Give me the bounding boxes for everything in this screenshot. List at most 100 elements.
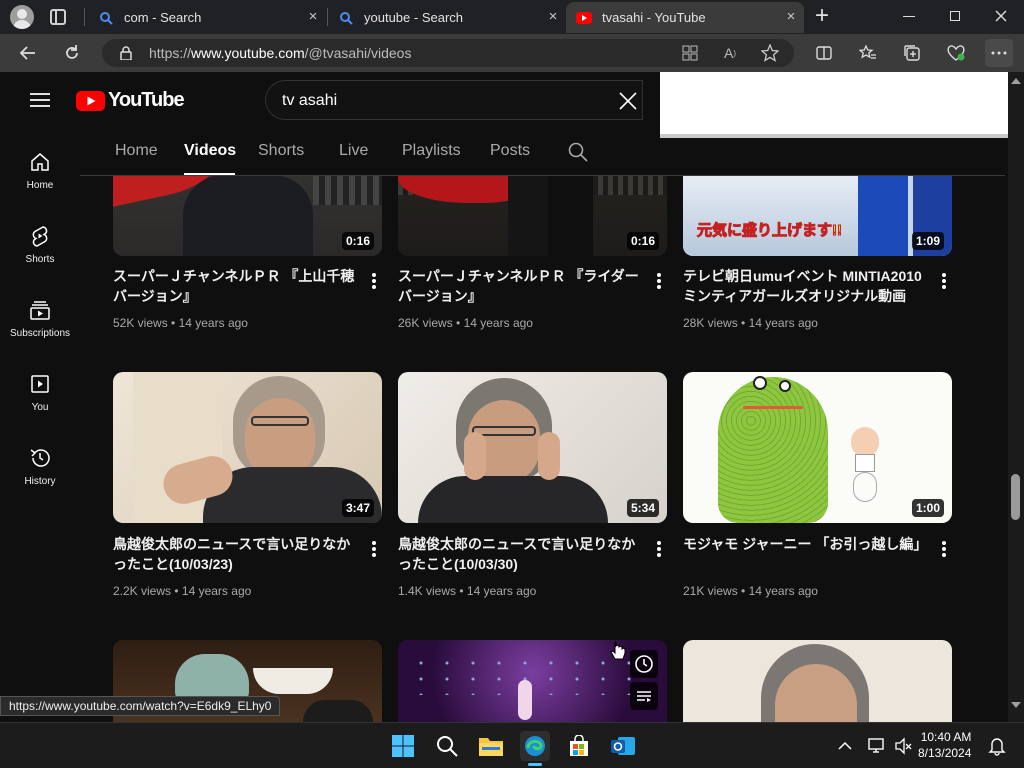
sidebar-item-shorts[interactable]: Shorts xyxy=(0,224,80,265)
more-actions-icon[interactable] xyxy=(942,273,946,291)
mouse-cursor-icon xyxy=(610,641,626,661)
favorites-icon[interactable] xyxy=(854,39,882,67)
more-actions-icon[interactable] xyxy=(657,541,661,559)
youtube-logo[interactable]: YouTube xyxy=(76,89,185,112)
scroll-up-arrow-icon[interactable] xyxy=(1011,78,1021,84)
video-thumbnail[interactable] xyxy=(398,640,667,722)
video-thumbnail[interactable]: 1:00 xyxy=(683,372,952,523)
more-actions-icon[interactable] xyxy=(657,273,661,291)
video-title[interactable]: スーパーＪチャンネルＰＲ 『ライダーバージョン』 xyxy=(398,266,644,306)
video-meta: 26K views • 14 years ago xyxy=(398,316,533,330)
view-count: 21K views xyxy=(683,584,738,598)
favorite-star-icon[interactable] xyxy=(756,39,784,67)
sidebar-item-home[interactable]: Home xyxy=(0,150,80,191)
minimize-button[interactable] xyxy=(903,16,915,17)
hamburger-menu-icon[interactable] xyxy=(30,92,50,108)
youtube-icon xyxy=(576,10,592,26)
browser-essentials-icon[interactable] xyxy=(942,39,970,67)
video-thumbnail[interactable] xyxy=(683,640,952,722)
tab-videos[interactable]: Videos xyxy=(184,142,236,160)
profile-avatar[interactable] xyxy=(10,5,34,29)
outlook-icon[interactable] xyxy=(608,731,638,761)
tab-playlists[interactable]: Playlists xyxy=(402,142,461,160)
tab-actions-icon[interactable] xyxy=(50,9,66,25)
video-duration: 0:16 xyxy=(626,232,659,250)
video-title[interactable]: テレビ朝日umuイベント MINTIA2010 ミンティアガールズオリジナル動画 xyxy=(683,266,929,306)
start-button[interactable] xyxy=(388,731,418,761)
tab-posts[interactable]: Posts xyxy=(490,142,530,160)
search-box[interactable] xyxy=(265,80,643,120)
system-clock[interactable]: 10:40 AM 8/13/2024 xyxy=(918,729,971,761)
refresh-icon[interactable] xyxy=(58,39,86,67)
search-icon xyxy=(98,10,114,26)
edge-browser-icon[interactable] xyxy=(520,731,550,766)
taskbar-search-icon[interactable] xyxy=(432,731,462,761)
sidebar-item-history[interactable]: History xyxy=(0,446,80,487)
page-scrollbar[interactable] xyxy=(1008,72,1024,722)
volume-muted-icon[interactable] xyxy=(888,731,918,761)
video-meta: 52K views • 14 years ago xyxy=(113,316,248,330)
video-meta: 21K views • 14 years ago xyxy=(683,584,818,598)
shorts-icon xyxy=(28,224,52,248)
sidebar-item-you[interactable]: You xyxy=(0,372,80,413)
view-count: 2.2K views xyxy=(113,584,172,598)
video-duration: 1:09 xyxy=(911,232,944,250)
clock-date: 8/13/2024 xyxy=(918,746,972,760)
clock-time: 10:40 AM xyxy=(920,730,972,744)
settings-menu-icon[interactable] xyxy=(985,39,1013,67)
restore-button[interactable] xyxy=(950,11,960,21)
close-window-button[interactable] xyxy=(992,5,1010,27)
upload-age: 14 years ago xyxy=(463,316,533,330)
sidebar-item-label: Shorts xyxy=(25,254,55,265)
scroll-down-arrow-icon[interactable] xyxy=(1011,702,1021,708)
sidebar-item-subscriptions[interactable]: Subscriptions xyxy=(0,298,80,339)
watch-later-icon[interactable] xyxy=(630,650,658,678)
video-title[interactable]: 鳥越俊太郎のニュースで言い足りなかったこと(10/03/30) xyxy=(398,534,644,574)
video-meta: 1.4K views • 14 years ago xyxy=(398,584,537,598)
channel-search-icon[interactable] xyxy=(568,142,588,162)
more-actions-icon[interactable] xyxy=(372,273,376,291)
upload-age: 14 years ago xyxy=(181,584,252,598)
browser-tab-active[interactable]: tvasahi - YouTube × xyxy=(566,2,804,33)
tab-shorts[interactable]: Shorts xyxy=(258,142,304,160)
video-thumbnail[interactable]: 3:47 xyxy=(113,372,382,523)
subscriptions-icon xyxy=(28,298,52,322)
close-tab-icon[interactable]: × xyxy=(306,9,320,24)
split-screen-icon[interactable] xyxy=(810,39,838,67)
video-duration: 0:16 xyxy=(341,232,374,250)
tab-home[interactable]: Home xyxy=(115,142,158,160)
tab-live[interactable]: Live xyxy=(339,142,368,160)
close-tab-icon[interactable]: × xyxy=(784,9,798,24)
show-hidden-icons-chevron[interactable] xyxy=(830,731,860,761)
sidebar-item-label: Subscriptions xyxy=(9,328,71,339)
more-actions-icon[interactable] xyxy=(372,541,376,559)
lock-icon[interactable] xyxy=(120,46,132,60)
microsoft-store-icon[interactable] xyxy=(564,731,594,761)
new-tab-button[interactable]: + xyxy=(815,3,829,29)
collections-icon[interactable] xyxy=(898,39,926,67)
thumbnail-overlay-text: 元気に盛り上げます!! xyxy=(697,222,843,240)
close-tab-icon[interactable]: × xyxy=(546,9,560,24)
sidebar-item-label: You xyxy=(31,402,49,413)
apps-icon[interactable] xyxy=(676,39,704,67)
file-explorer-icon[interactable] xyxy=(476,731,506,761)
url-text: https://www.youtube.com/@tvasahi/videos xyxy=(149,45,412,61)
browser-tab[interactable]: com - Search × xyxy=(88,2,326,33)
video-thumbnail[interactable]: 5:34 xyxy=(398,372,667,523)
back-arrow-icon[interactable] xyxy=(14,39,42,67)
view-count: 52K views xyxy=(113,316,168,330)
add-to-queue-icon[interactable] xyxy=(630,682,658,710)
more-actions-icon[interactable] xyxy=(942,541,946,559)
browser-toolbar: https://www.youtube.com/@tvasahi/videos … xyxy=(0,34,1024,72)
clear-search-icon[interactable] xyxy=(618,91,638,111)
video-title[interactable]: モジャモ ジャーニー 「お引っ越し編」 xyxy=(683,534,929,554)
address-bar[interactable]: https://www.youtube.com/@tvasahi/videos … xyxy=(102,39,794,67)
search-input[interactable] xyxy=(282,90,602,112)
read-aloud-icon[interactable]: A) xyxy=(716,39,744,67)
notifications-bell-icon[interactable] xyxy=(982,731,1012,761)
windows-logo-icon xyxy=(392,735,414,757)
scrollbar-thumb[interactable] xyxy=(1011,474,1020,520)
video-title[interactable]: 鳥越俊太郎のニュースで言い足りなかったこと(10/03/23) xyxy=(113,534,359,574)
browser-tab[interactable]: youtube - Search × xyxy=(328,2,566,33)
video-title[interactable]: スーパーＪチャンネルＰＲ 『上山千穂バージョン』 xyxy=(113,266,359,306)
